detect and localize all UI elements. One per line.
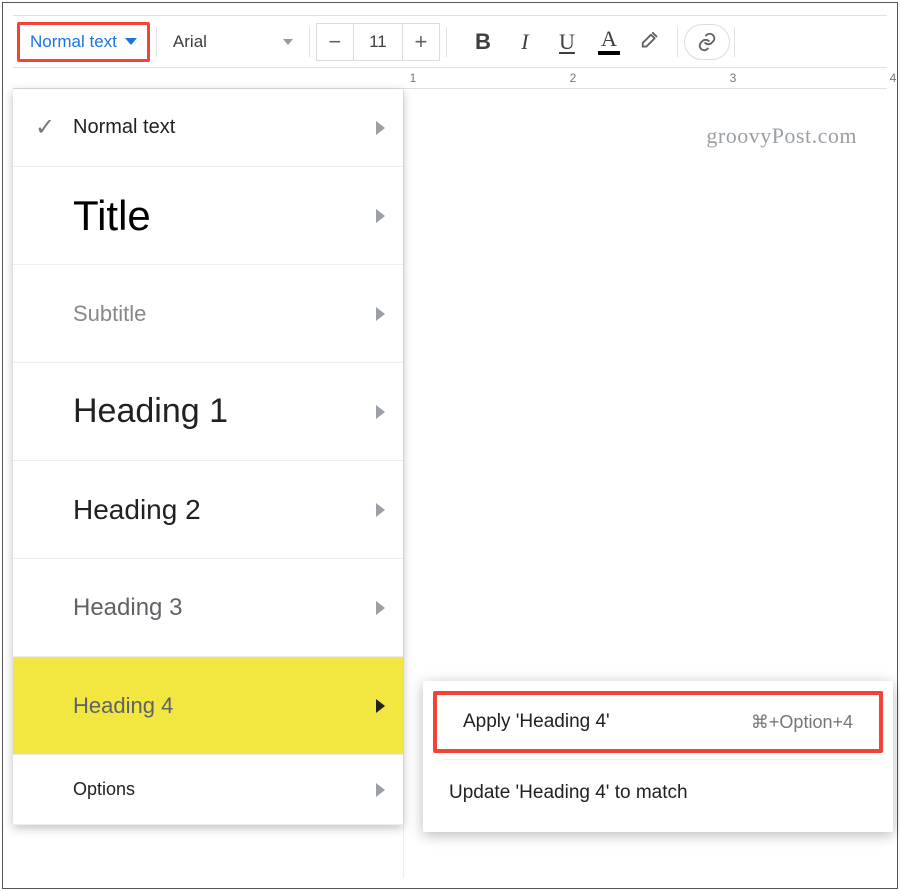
caret-down-icon xyxy=(125,38,137,45)
highlighter-icon xyxy=(640,31,662,53)
style-option-title[interactable]: Title xyxy=(13,167,403,265)
bold-button[interactable]: B xyxy=(463,23,503,61)
submenu-label: Apply 'Heading 4' xyxy=(463,711,610,733)
style-option-heading-3[interactable]: Heading 3 xyxy=(13,559,403,657)
text-color-button[interactable]: A xyxy=(589,23,629,61)
update-heading-4-item[interactable]: Update 'Heading 4' to match xyxy=(423,762,893,824)
submenu-arrow-icon xyxy=(376,503,385,517)
style-label: Title xyxy=(73,192,376,240)
paragraph-styles-label: Normal text xyxy=(30,32,117,52)
ruler-mark: 3 xyxy=(730,71,737,85)
style-label: Heading 1 xyxy=(73,392,376,431)
submenu-divider xyxy=(443,759,873,760)
font-family-dropdown[interactable]: Arial xyxy=(163,22,303,62)
style-option-heading-1[interactable]: Heading 1 xyxy=(13,363,403,461)
underline-icon: U xyxy=(559,33,575,51)
font-size-group: − + xyxy=(316,23,440,61)
style-label: Heading 2 xyxy=(73,494,376,526)
watermark-text: groovyPost.com xyxy=(706,123,857,149)
highlight-color-button[interactable] xyxy=(631,23,671,61)
style-option-subtitle[interactable]: Subtitle xyxy=(13,265,403,363)
submenu-arrow-icon xyxy=(376,209,385,223)
text-format-group: B I U A xyxy=(463,23,671,61)
horizontal-ruler[interactable]: 1 2 3 4 xyxy=(13,67,887,89)
increase-font-size-button[interactable]: + xyxy=(402,23,440,61)
style-option-options[interactable]: Options xyxy=(13,755,403,825)
style-label: Subtitle xyxy=(73,301,376,327)
style-option-normal-text[interactable]: ✓ Normal text xyxy=(13,89,403,167)
insert-link-button[interactable] xyxy=(684,24,730,60)
italic-button[interactable]: I xyxy=(505,23,545,61)
keyboard-shortcut: ⌘+Option+4 xyxy=(751,712,853,733)
toolbar-separator xyxy=(734,27,735,57)
submenu-arrow-icon xyxy=(376,307,385,321)
ruler-mark: 2 xyxy=(570,71,577,85)
submenu-arrow-icon xyxy=(376,699,385,713)
text-color-swatch xyxy=(598,51,620,55)
toolbar-separator xyxy=(156,27,157,57)
app-frame: Normal text Arial − + B I U A xyxy=(2,2,898,889)
caret-down-icon xyxy=(283,39,293,45)
submenu-arrow-icon xyxy=(376,783,385,797)
style-label: Normal text xyxy=(73,116,376,139)
font-size-input[interactable] xyxy=(354,23,402,61)
heading-4-submenu: Apply 'Heading 4' ⌘+Option+4 Update 'Hea… xyxy=(423,681,893,832)
paragraph-styles-dropdown[interactable]: Normal text xyxy=(17,22,150,62)
check-icon: ✓ xyxy=(35,113,73,142)
decrease-font-size-button[interactable]: − xyxy=(316,23,354,61)
underline-button[interactable]: U xyxy=(547,23,587,61)
submenu-arrow-icon xyxy=(376,121,385,135)
style-option-heading-4[interactable]: Heading 4 xyxy=(13,657,403,755)
toolbar-separator xyxy=(446,27,447,57)
style-option-heading-2[interactable]: Heading 2 xyxy=(13,461,403,559)
submenu-label: Update 'Heading 4' to match xyxy=(449,782,688,804)
text-color-icon: A xyxy=(601,29,617,49)
font-family-label: Arial xyxy=(173,32,207,52)
ruler-mark: 4 xyxy=(890,71,897,85)
apply-heading-4-item[interactable]: Apply 'Heading 4' ⌘+Option+4 xyxy=(433,691,883,753)
style-label: Heading 3 xyxy=(73,594,376,622)
style-label: Heading 4 xyxy=(73,693,376,719)
toolbar: Normal text Arial − + B I U A xyxy=(13,15,887,67)
submenu-arrow-icon xyxy=(376,601,385,615)
style-label: Options xyxy=(73,779,376,800)
link-icon xyxy=(696,31,718,53)
toolbar-separator xyxy=(309,27,310,57)
toolbar-separator xyxy=(677,27,678,57)
submenu-arrow-icon xyxy=(376,405,385,419)
ruler-mark: 1 xyxy=(410,71,417,85)
paragraph-styles-menu: ✓ Normal text Title Subtitle Heading 1 H… xyxy=(13,89,403,825)
